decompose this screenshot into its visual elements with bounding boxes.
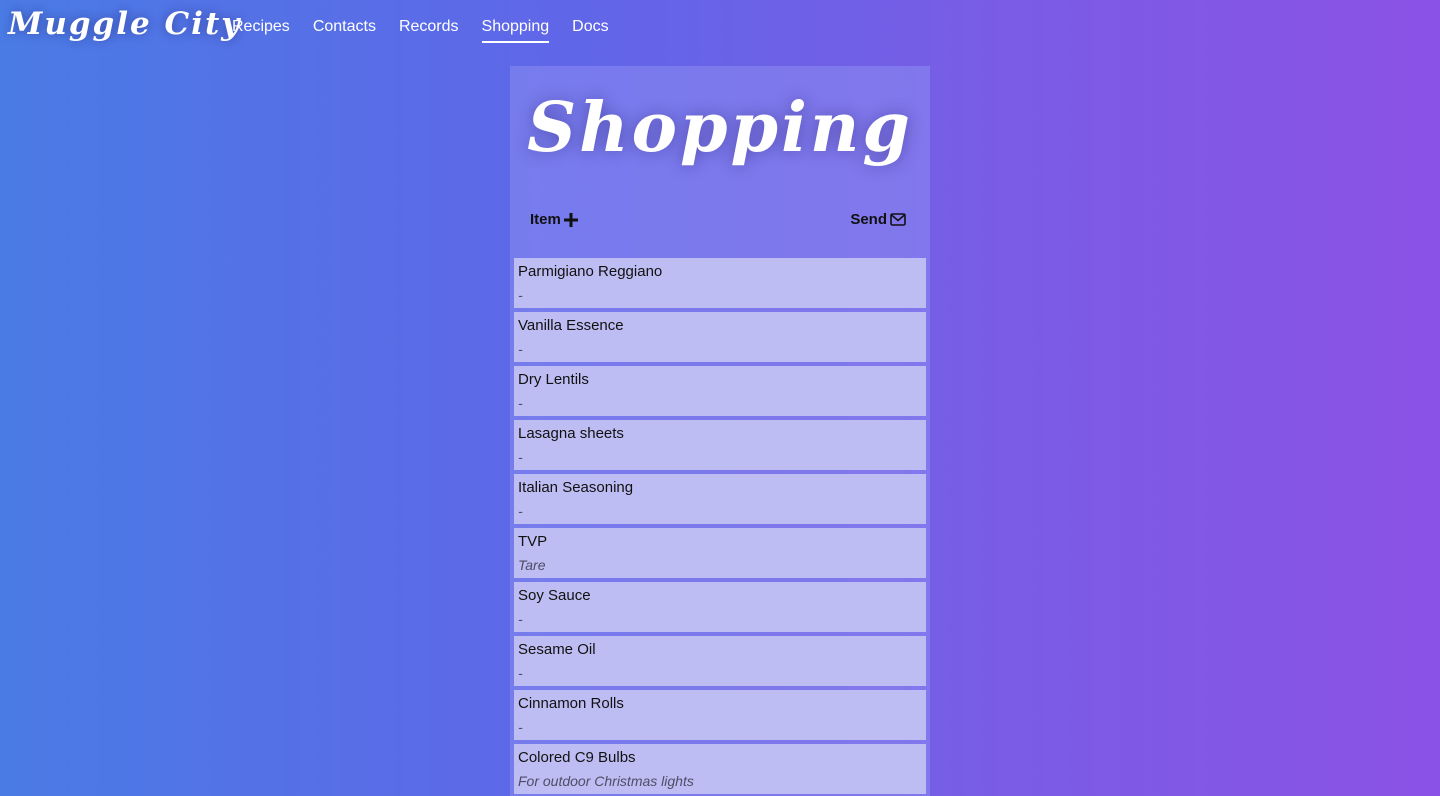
item-name: Sesame Oil	[518, 641, 596, 658]
item-note: -	[518, 665, 523, 681]
add-item-label: Item	[530, 211, 561, 228]
item-note: -	[518, 449, 523, 465]
envelope-icon	[890, 213, 906, 226]
item-note: -	[518, 611, 523, 627]
list-item[interactable]: Parmigiano Reggiano -	[514, 258, 926, 308]
shopping-panel: Shopping Item Send Parmigiano Reggiano -…	[510, 66, 930, 796]
list-item[interactable]: Sesame Oil -	[514, 636, 926, 686]
item-name: Parmigiano Reggiano	[518, 263, 663, 280]
nav-link-recipes[interactable]: Recipes	[232, 18, 290, 43]
send-label: Send	[850, 211, 887, 228]
nav-link-docs[interactable]: Docs	[572, 18, 608, 43]
nav-link-records[interactable]: Records	[399, 18, 459, 43]
item-name: Vanilla Essence	[518, 317, 624, 334]
list-item[interactable]: Colored C9 Bulbs For outdoor Christmas l…	[514, 744, 926, 794]
add-item-button[interactable]: Item	[530, 211, 578, 228]
plus-icon	[563, 212, 578, 227]
item-note: For outdoor Christmas lights	[518, 773, 694, 789]
item-name: Cinnamon Rolls	[518, 695, 624, 712]
list-item[interactable]: Italian Seasoning -	[514, 474, 926, 524]
item-name: Lasagna sheets	[518, 425, 624, 442]
item-name: Italian Seasoning	[518, 479, 634, 496]
list-item[interactable]: Vanilla Essence -	[514, 312, 926, 362]
item-name: Soy Sauce	[518, 587, 591, 604]
shopping-list: Parmigiano Reggiano - Vanilla Essence - …	[514, 258, 926, 796]
item-note: -	[518, 287, 523, 303]
list-item[interactable]: Cinnamon Rolls -	[514, 690, 926, 740]
item-note: -	[518, 719, 523, 735]
page-title: Shopping	[527, 88, 913, 168]
item-note: Tare	[518, 557, 546, 573]
list-item[interactable]: Soy Sauce -	[514, 582, 926, 632]
item-note: -	[518, 341, 523, 357]
item-note: -	[518, 503, 523, 519]
send-list-button[interactable]: Send	[850, 211, 906, 228]
list-item[interactable]: TVP Tare	[514, 528, 926, 578]
top-navbar: Muggle City Recipes Contacts Records Sho…	[0, 0, 1440, 62]
main-nav: Recipes Contacts Records Shopping Docs	[232, 18, 632, 43]
nav-link-contacts[interactable]: Contacts	[313, 18, 376, 43]
nav-link-shopping[interactable]: Shopping	[481, 18, 550, 43]
list-item[interactable]: Dry Lentils -	[514, 366, 926, 416]
brand-logo[interactable]: Muggle City	[8, 6, 241, 42]
list-item[interactable]: Lasagna sheets -	[514, 420, 926, 470]
list-actions: Item Send	[530, 211, 906, 233]
item-name: Colored C9 Bulbs	[518, 749, 636, 766]
item-note: -	[518, 395, 523, 411]
item-name: TVP	[518, 533, 548, 550]
item-name: Dry Lentils	[518, 371, 589, 388]
